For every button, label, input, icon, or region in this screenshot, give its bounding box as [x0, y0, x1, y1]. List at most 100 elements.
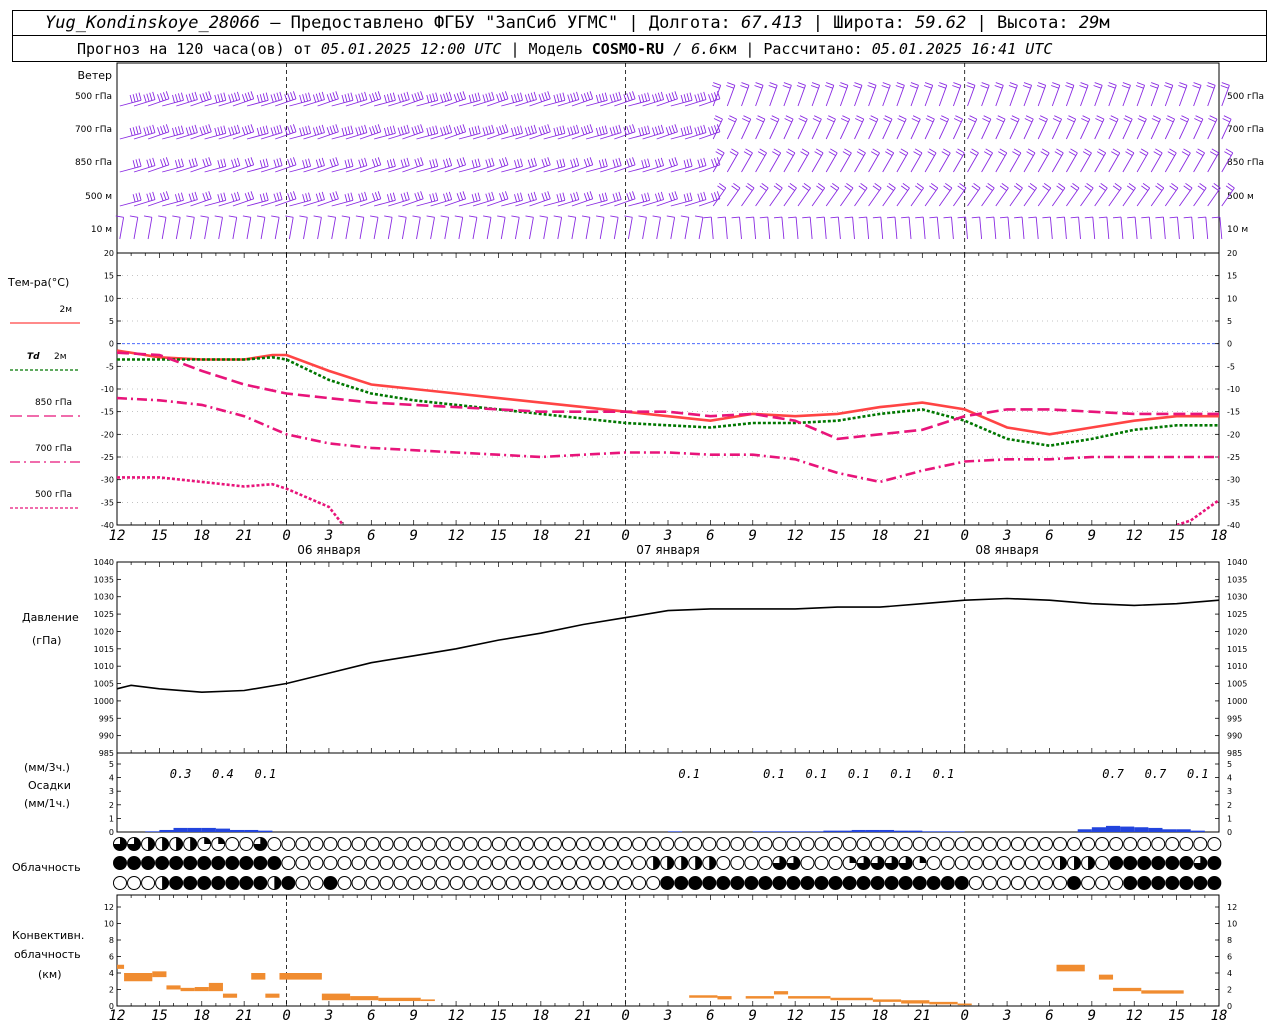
wind-barb [995, 115, 1006, 140]
wind-barb [1036, 82, 1047, 107]
cloud-cover-circle [590, 856, 605, 870]
cloud-cover-fill [1137, 876, 1151, 890]
wind-barb [703, 216, 714, 240]
cloud-cover-circle [365, 837, 380, 851]
precip-bar [865, 829, 880, 832]
wind-barb [327, 215, 337, 240]
cloud-cover-circle [1053, 837, 1068, 851]
cloud-cover-circle [786, 837, 801, 851]
wind-barb [882, 183, 896, 207]
wind-barb [726, 115, 738, 140]
hour-label-bottom: 9 [409, 1008, 417, 1024]
conv-cloud-bar [166, 985, 181, 990]
conv-cloud-bar [152, 971, 167, 978]
cloud-cover-fill [1060, 856, 1067, 870]
cloud-cover-fill [674, 876, 688, 890]
conv-cloud-bar [1056, 964, 1085, 972]
conv-y-tick-label: 8 [1227, 936, 1232, 945]
wind-barb [1023, 183, 1037, 207]
pressure-y-tick-label: 1030 [1227, 593, 1247, 602]
cloud-cover-fill [843, 876, 857, 890]
wind-barb [1183, 216, 1195, 240]
wind-barb [1141, 216, 1152, 240]
cloud-cover-fill [183, 856, 197, 870]
wind-barb [788, 216, 799, 240]
cloud-cover-circle [505, 856, 520, 870]
cloud-cover-circle [435, 837, 450, 851]
cloud-cover-fill [211, 856, 225, 870]
wind-barb [1108, 115, 1119, 140]
cloud-cover-circle [491, 876, 506, 890]
wind-barb [910, 148, 923, 173]
wind-barb [999, 216, 1011, 240]
wind-barb [796, 82, 806, 107]
cloud-cover-circle [113, 876, 127, 890]
cloud-cover-fill [653, 856, 660, 870]
cloud-cover-fill [1179, 876, 1193, 890]
cloud-cover-circle [618, 876, 633, 890]
wind-barb [119, 92, 142, 107]
hour-label: 0 [282, 528, 290, 544]
wind-barb [581, 215, 591, 240]
cloud-cover-circle [772, 837, 787, 851]
conv-cloud-bar [251, 973, 266, 980]
conv-title-1: Конвективн. [12, 929, 84, 942]
cloud-cover-circle [800, 837, 815, 851]
precip-3h-label: 0.1 [890, 767, 912, 781]
pressure-y-tick-label: 1020 [1227, 627, 1247, 636]
wind-barb [1178, 82, 1188, 107]
wind-barb [854, 148, 866, 173]
temp-y-tick-label: 5 [109, 317, 114, 326]
cloud-cover-circle [1095, 837, 1110, 851]
wind-barb [1136, 148, 1149, 173]
cloud-cover-circle [393, 856, 408, 870]
temp-y-tick-label: -20 [101, 430, 114, 439]
cloud-cover-circle [954, 856, 969, 870]
precip-bar [145, 831, 160, 832]
cloud-cover-fill [162, 837, 169, 851]
cloud-panel: Облачность [12, 837, 1222, 890]
temp-y-tick-label: -10 [1227, 385, 1240, 394]
temp-y-tick-label: 0 [109, 340, 114, 349]
wind-barb [440, 215, 450, 240]
wind-barb [938, 82, 948, 107]
wind-barb [1193, 183, 1207, 207]
cloud-cover-fill [955, 876, 969, 890]
hour-label: 3 [1002, 528, 1011, 544]
precip-3h-label: 0.1 [1187, 767, 1209, 781]
wind-barb [868, 183, 882, 207]
wind-barb [1164, 115, 1176, 140]
pressure-y-tick-label: 995 [99, 714, 114, 723]
wind-barb [1014, 216, 1025, 240]
wind-barb [1169, 216, 1180, 240]
cloud-cover-circle [421, 856, 436, 870]
wind-level-label: 700 гПа [1227, 125, 1264, 135]
wind-barb [759, 216, 771, 240]
wind-barb [773, 216, 785, 240]
wind-barb [731, 216, 742, 240]
wind-barb [967, 148, 979, 173]
precip-bar [809, 831, 824, 832]
hour-label-bottom: 21 [236, 1008, 253, 1024]
wind-barb [511, 215, 520, 240]
temp-y-tick-label: -10 [101, 385, 114, 394]
precip-bar [823, 830, 838, 832]
cloud-cover-fill [758, 876, 772, 890]
precip-y-tick-label: 0 [109, 828, 114, 837]
wind-barb [426, 215, 435, 240]
hour-label: 18 [871, 528, 888, 544]
wind-panel-frame [116, 62, 1220, 254]
precip-bar [258, 830, 273, 832]
wind-barb [782, 82, 792, 107]
wind-barb [1094, 148, 1107, 173]
conv-y-tick-label: 6 [109, 953, 114, 962]
wind-barb [539, 215, 548, 240]
hour-label: 3 [663, 528, 672, 544]
wind-barb [896, 115, 907, 140]
hour-label-bottom: 12 [109, 1008, 126, 1024]
cloud-cover-circle [561, 837, 576, 851]
cloud-cover-circle [1024, 876, 1039, 890]
cloud-cover-circle [618, 856, 633, 870]
cloud-cover-fill [162, 876, 169, 890]
hour-label: 9 [1088, 528, 1096, 544]
